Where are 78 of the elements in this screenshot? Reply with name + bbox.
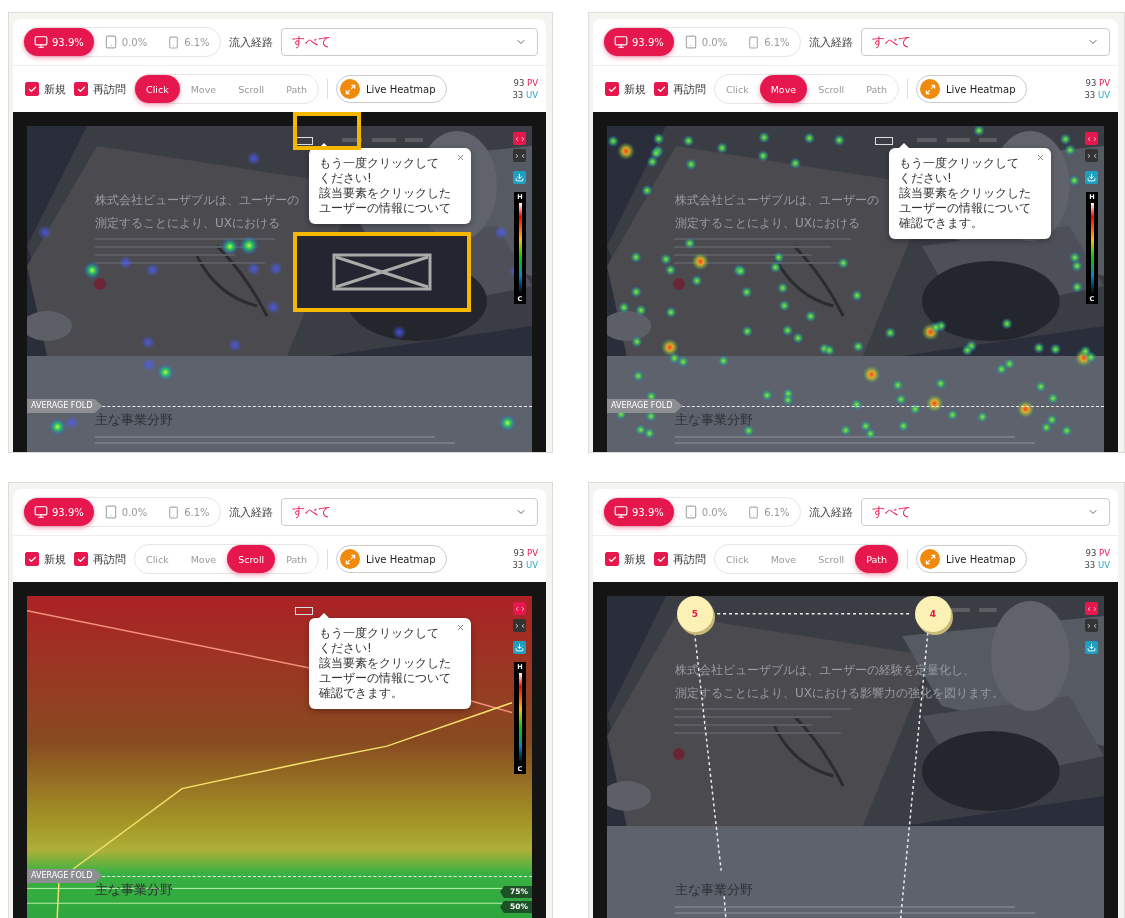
visit-count: 33 UV — [512, 90, 538, 100]
hero-headline: 株式会社ビューザブルは、ユーザーの — [95, 192, 299, 209]
checkbox-label: 新規 — [44, 551, 66, 567]
device-tab[interactable]: 6.1% — [737, 28, 800, 56]
mode-tab[interactable]: Scroll — [227, 75, 276, 103]
source-label: 流入経路 — [808, 504, 853, 520]
tooltip-text: 該当要素をクリックした — [319, 656, 452, 671]
visit-count: 33 UV — [512, 560, 538, 570]
checkbox-label: 再訪問 — [93, 81, 126, 97]
hero-headline: 株式会社ビューザブルは、ユーザーの — [675, 192, 879, 209]
checkbox-label: 新規 — [624, 81, 646, 97]
device-tab[interactable]: 6.1% — [157, 28, 220, 56]
source-label: 流入経路 — [228, 34, 273, 50]
mode-tab[interactable]: Scroll — [807, 545, 856, 573]
mode-tab[interactable]: Move — [759, 545, 808, 573]
tooltip-text: ください! — [319, 641, 373, 656]
tooltip-text: 該当要素をクリックした — [319, 186, 452, 201]
mode-tab[interactable]: Move — [759, 75, 808, 103]
average-fold-tag: AVERAGE FOLD — [27, 869, 103, 883]
mode-tab[interactable]: Path — [275, 545, 319, 573]
mode-tab[interactable]: Path — [855, 545, 899, 573]
hero-headline: 測定することにより、UXにおける — [95, 215, 280, 232]
device-tab[interactable]: 93.9% — [24, 498, 94, 526]
source-select[interactable]: すべて — [860, 498, 1110, 526]
tooltip-text: 確認できます。 — [899, 216, 984, 231]
visit-count: 33 UV — [1084, 90, 1110, 100]
mode-tab[interactable]: Path — [275, 75, 319, 103]
mode-tab[interactable]: Click — [135, 545, 180, 573]
live-heatmap-button[interactable]: Live Heatmap — [336, 75, 447, 103]
mode-tab[interactable]: Click — [715, 75, 760, 103]
device-tab[interactable]: 6.1% — [157, 498, 220, 526]
source-label: 流入経路 — [808, 34, 853, 50]
checkbox-label: 再訪問 — [93, 551, 126, 567]
tooltip-text: ユーザーの情報について — [319, 671, 452, 686]
tooltip-text: ください! — [899, 171, 953, 186]
checkbox-label: 再訪問 — [673, 81, 706, 97]
checkbox-label: 新規 — [624, 551, 646, 567]
visit-count: 93 PV — [1085, 548, 1110, 558]
source-select[interactable]: すべて — [280, 498, 538, 526]
device-tab[interactable]: 6.1% — [737, 498, 800, 526]
tooltip-text: ユーザーの情報について — [899, 201, 1032, 216]
source-select[interactable]: すべて — [280, 28, 538, 56]
visit-count: 93 PV — [513, 78, 538, 88]
tooltip-text: もう一度クリックして — [899, 156, 1020, 171]
visit-count: 93 PV — [1085, 78, 1110, 88]
device-tab[interactable]: 0.0% — [673, 28, 738, 56]
mode-tab[interactable]: Scroll — [807, 75, 856, 103]
mode-tab[interactable]: Path — [855, 75, 899, 103]
visit-count: 33 UV — [1084, 560, 1110, 570]
tooltip-text: ください! — [319, 171, 373, 186]
mode-tab[interactable]: Click — [135, 75, 180, 103]
device-tab[interactable]: 93.9% — [24, 28, 94, 56]
hero-headline: 測定することにより、UXにおける — [675, 215, 860, 232]
device-tab[interactable]: 93.9% — [604, 498, 674, 526]
tooltip-text: 該当要素をクリックした — [899, 186, 1032, 201]
mode-tab[interactable]: Move — [179, 545, 228, 573]
source-select[interactable]: すべて — [860, 28, 1110, 56]
device-tab[interactable]: 93.9% — [604, 28, 674, 56]
visit-count: 93 PV — [513, 548, 538, 558]
mode-tab[interactable]: Scroll — [227, 545, 276, 573]
average-fold-tag: AVERAGE FOLD — [27, 399, 103, 413]
mode-tab[interactable]: Move — [179, 75, 228, 103]
hero-headline: 測定することにより、UXにおける影響力の強化を図ります。 — [675, 685, 1004, 702]
device-tab[interactable]: 0.0% — [93, 28, 158, 56]
checkbox-label: 新規 — [44, 81, 66, 97]
tooltip-text: 確認できます。 — [319, 686, 404, 701]
tooltip-text: もう一度クリックして — [319, 156, 440, 171]
source-label: 流入経路 — [228, 504, 273, 520]
mode-tab[interactable]: Click — [715, 545, 760, 573]
device-tab[interactable]: 0.0% — [673, 498, 738, 526]
live-heatmap-button[interactable]: Live Heatmap — [336, 545, 447, 573]
live-heatmap-button[interactable]: Live Heatmap — [916, 75, 1027, 103]
average-fold-tag: AVERAGE FOLD — [607, 399, 683, 413]
checkbox-label: 再訪問 — [673, 551, 706, 567]
device-tab[interactable]: 0.0% — [93, 498, 158, 526]
tooltip-text: ユーザーの情報について — [319, 201, 452, 216]
tooltip-text: もう一度クリックして — [319, 626, 440, 641]
live-heatmap-button[interactable]: Live Heatmap — [916, 545, 1027, 573]
